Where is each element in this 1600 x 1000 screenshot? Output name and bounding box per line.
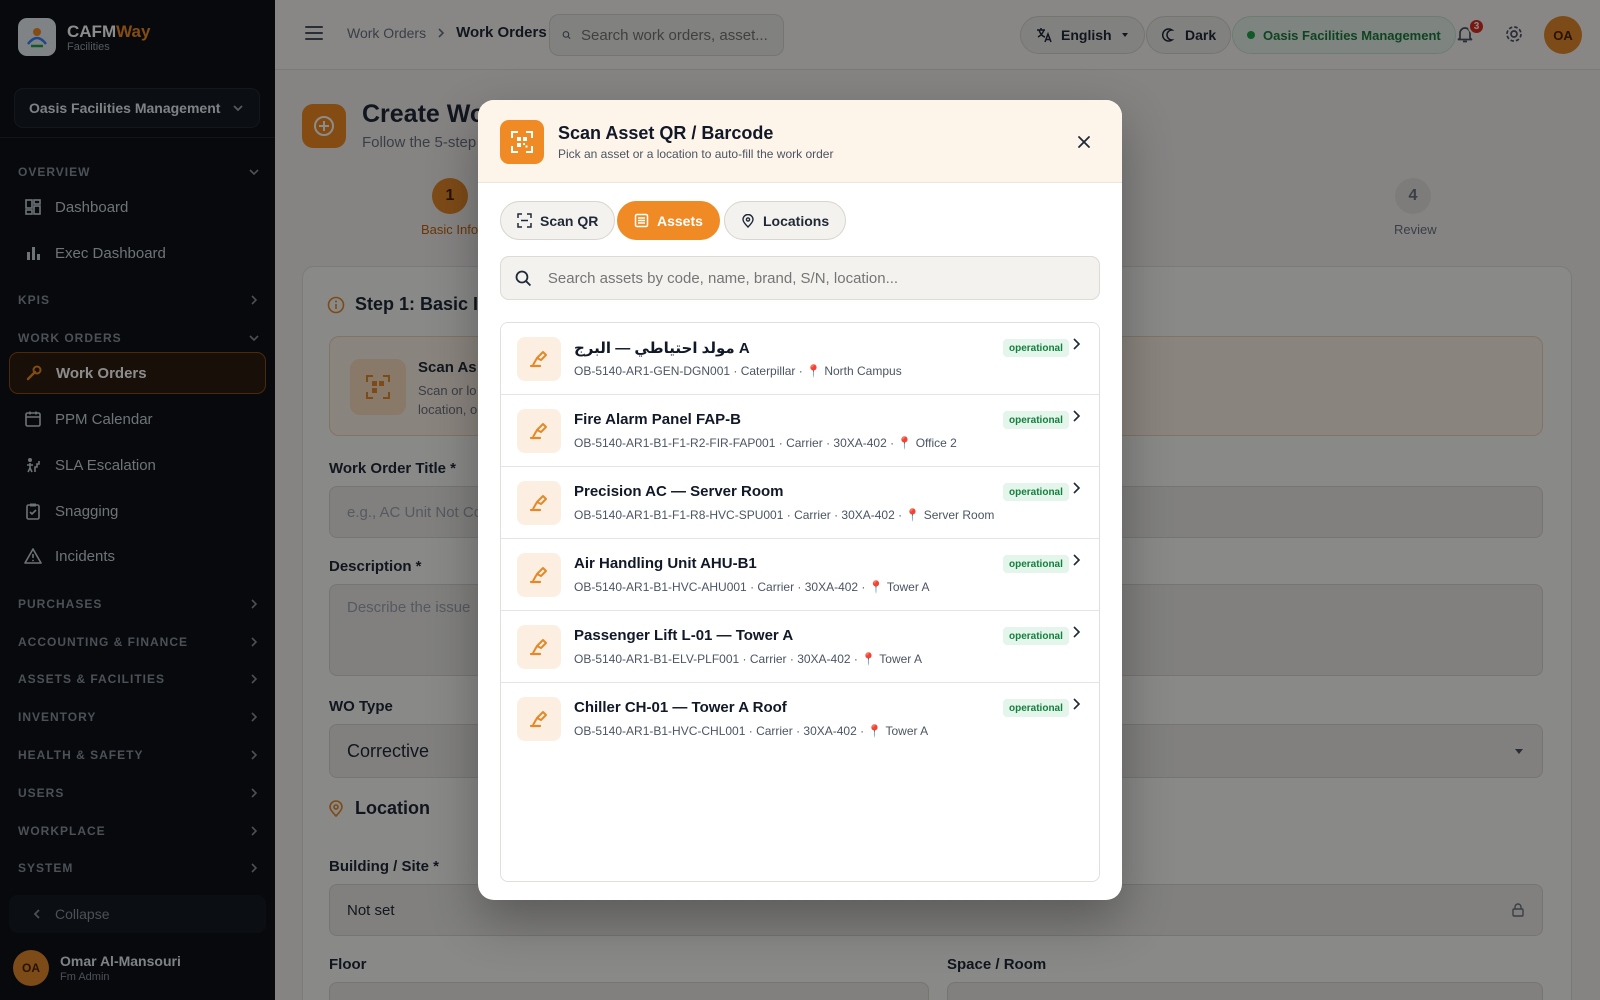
asset-search-input[interactable] bbox=[547, 269, 1085, 287]
asset-name: Precision AC — Server Room bbox=[574, 483, 784, 500]
close-button[interactable] bbox=[1076, 134, 1092, 150]
asset-meta: OB-5140-AR1-B1-HVC-AHU001 · Carrier · 30… bbox=[574, 580, 930, 594]
modal-subtitle: Pick an asset or a location to auto-fill… bbox=[558, 147, 834, 161]
asset-list: مولد احتياطي — البرج A OB-5140-AR1-GEN-D… bbox=[500, 322, 1100, 882]
scan-asset-modal: Scan Asset QR / Barcode Pick an asset or… bbox=[478, 100, 1122, 900]
list-item[interactable]: Air Handling Unit AHU-B1 OB-5140-AR1-B1-… bbox=[501, 539, 1099, 611]
tab-scan-qr[interactable]: Scan QR bbox=[500, 201, 616, 240]
asset-icon bbox=[517, 481, 561, 525]
close-icon bbox=[1078, 136, 1090, 148]
list-item[interactable]: Fire Alarm Panel FAP-B OB-5140-AR1-B1-F1… bbox=[501, 395, 1099, 467]
tab-assets[interactable]: Assets bbox=[617, 201, 720, 240]
list-item[interactable]: Precision AC — Server Room OB-5140-AR1-B… bbox=[501, 467, 1099, 539]
status-badge: operational bbox=[1003, 339, 1069, 357]
chevron-right-icon bbox=[1071, 409, 1083, 423]
asset-meta: OB-5140-AR1-GEN-DGN001 · Caterpillar · 📍… bbox=[574, 364, 902, 378]
modal-header: Scan Asset QR / Barcode Pick an asset or… bbox=[478, 100, 1122, 183]
asset-search[interactable] bbox=[500, 256, 1100, 300]
status-badge: operational bbox=[1003, 411, 1069, 429]
asset-meta: OB-5140-AR1-B1-HVC-CHL001 · Carrier · 30… bbox=[574, 724, 929, 738]
status-badge: operational bbox=[1003, 483, 1069, 501]
qr-scan-icon bbox=[500, 120, 544, 164]
asset-meta: OB-5140-AR1-B1-ELV-PLF001 · Carrier · 30… bbox=[574, 652, 922, 666]
asset-icon bbox=[517, 553, 561, 597]
asset-icon bbox=[517, 697, 561, 741]
list-icon bbox=[634, 213, 649, 228]
list-item[interactable]: مولد احتياطي — البرج A OB-5140-AR1-GEN-D… bbox=[501, 323, 1099, 395]
asset-icon bbox=[517, 625, 561, 669]
list-item[interactable]: Chiller CH-01 — Tower A Roof OB-5140-AR1… bbox=[501, 683, 1099, 755]
tab-locations[interactable]: Locations bbox=[724, 201, 847, 240]
chevron-right-icon bbox=[1071, 553, 1083, 567]
chevron-right-icon bbox=[1071, 337, 1083, 351]
asset-name: Passenger Lift L-01 — Tower A bbox=[574, 627, 794, 644]
status-badge: operational bbox=[1003, 555, 1069, 573]
qr-scan-icon bbox=[517, 213, 532, 228]
asset-meta: OB-5140-AR1-B1-F1-R8-HVC-SPU001 · Carrie… bbox=[574, 508, 995, 522]
modal-title: Scan Asset QR / Barcode bbox=[558, 123, 774, 143]
status-badge: operational bbox=[1003, 699, 1069, 717]
list-item[interactable]: Passenger Lift L-01 — Tower A OB-5140-AR… bbox=[501, 611, 1099, 683]
map-pin-icon bbox=[742, 213, 754, 228]
asset-icon bbox=[517, 337, 561, 381]
asset-name: مولد احتياطي — البرج A bbox=[574, 340, 750, 357]
asset-icon bbox=[517, 409, 561, 453]
chevron-right-icon bbox=[1071, 481, 1083, 495]
asset-name: Air Handling Unit AHU-B1 bbox=[574, 555, 757, 572]
asset-meta: OB-5140-AR1-B1-F1-R2-FIR-FAP001 · Carrie… bbox=[574, 436, 957, 450]
chevron-right-icon bbox=[1071, 625, 1083, 639]
search-icon bbox=[515, 270, 532, 286]
asset-name: Fire Alarm Panel FAP-B bbox=[574, 411, 741, 428]
asset-name: Chiller CH-01 — Tower A Roof bbox=[574, 699, 787, 716]
status-badge: operational bbox=[1003, 627, 1069, 645]
chevron-right-icon bbox=[1071, 697, 1083, 711]
